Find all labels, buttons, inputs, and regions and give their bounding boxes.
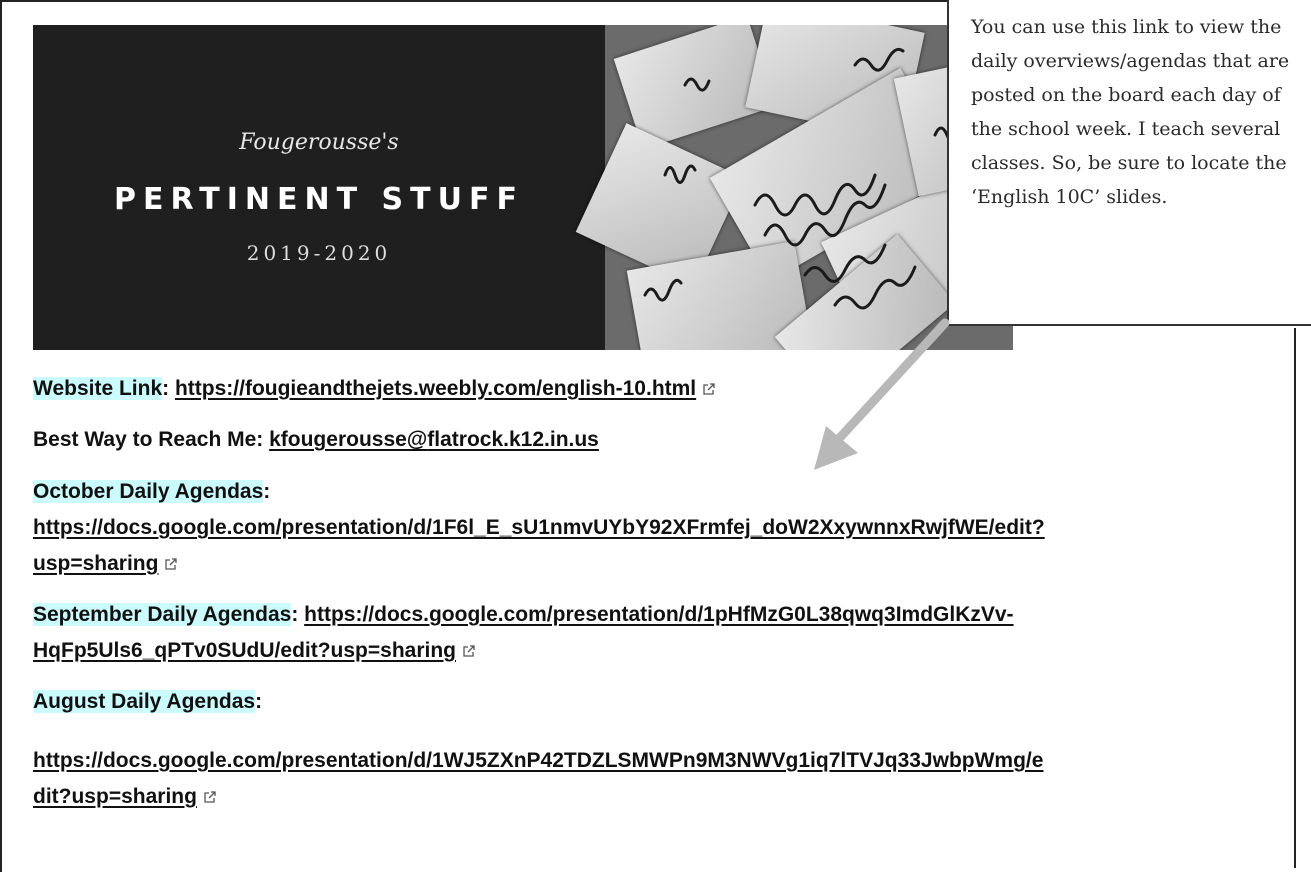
august-link[interactable]: https://docs.google.com/presentation/d/1… <box>33 749 1043 772</box>
october-row: October Daily Agendas: <box>33 480 271 503</box>
september-row: September Daily Agendas: https://docs.go… <box>33 603 1014 626</box>
september-link-cont[interactable]: HqFp5Uls6_qPTv0SUdU/edit?usp=sharing <box>33 639 456 662</box>
september-link[interactable]: https://docs.google.com/presentation/d/1… <box>304 603 1013 626</box>
email-link-domain[interactable]: flatrock.k12.in.us <box>427 428 599 451</box>
website-label: Website Link <box>33 377 163 400</box>
october-link-cont[interactable]: usp=sharing <box>33 552 158 575</box>
september-label: September Daily Agendas <box>33 603 292 626</box>
website-row: Website Link: https://fougieandthejets.w… <box>33 374 716 404</box>
september-link-line-2: HqFp5Uls6_qPTv0SUdU/edit?usp=sharing <box>33 636 476 666</box>
august-label: August Daily Agendas <box>33 690 256 713</box>
banner-title: PERTINENT STUFF <box>114 182 524 217</box>
external-link-icon[interactable] <box>164 557 178 571</box>
external-link-icon[interactable] <box>702 382 716 396</box>
contact-row: Best Way to Reach Me: kfougerousse@flatr… <box>33 428 599 451</box>
october-link-line-1: https://docs.google.com/presentation/d/1… <box>33 513 1045 543</box>
october-link-line-2: usp=sharing <box>33 549 178 579</box>
email-link-user[interactable]: kfougerousse@ <box>269 428 427 451</box>
frame-divider <box>1294 328 1296 868</box>
october-label: October Daily Agendas <box>33 480 264 503</box>
august-link-cont[interactable]: dit?usp=sharing <box>33 785 197 808</box>
external-link-icon[interactable] <box>462 644 476 658</box>
banner-years: 2019-2020 <box>246 241 392 265</box>
website-link[interactable]: https://fougieandthejets.weebly.com/engl… <box>175 377 696 400</box>
august-row: August Daily Agendas: <box>33 690 263 713</box>
october-link[interactable]: https://docs.google.com/presentation/d/1… <box>33 516 1045 539</box>
august-link-line-2: dit?usp=sharing <box>33 782 217 812</box>
banner-owner: Fougerousse's <box>239 130 399 155</box>
comment-callout: You can use this link to view the daily … <box>947 0 1311 326</box>
external-link-icon[interactable] <box>203 790 217 804</box>
august-link-line-1: https://docs.google.com/presentation/d/1… <box>33 746 1043 776</box>
arrow-icon <box>814 318 950 470</box>
banner-text-panel: Fougerousse's PERTINENT STUFF 2019-2020 <box>33 25 605 350</box>
header-banner: Fougerousse's PERTINENT STUFF 2019-2020 <box>33 25 1013 350</box>
contact-label: Best Way to Reach Me <box>33 428 257 451</box>
